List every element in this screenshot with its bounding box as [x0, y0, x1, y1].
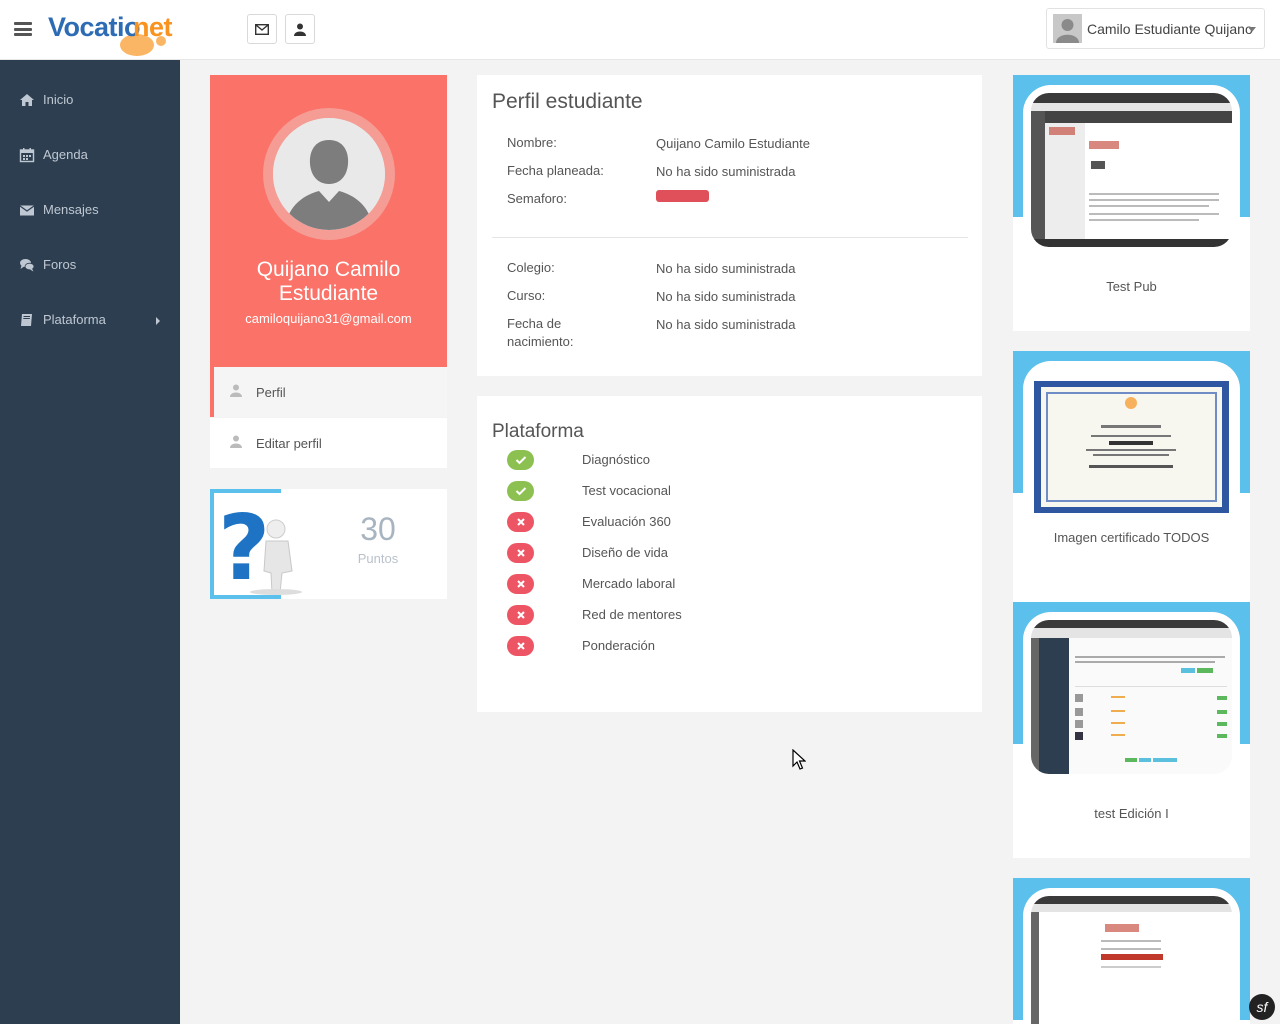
close-icon — [507, 605, 534, 625]
platform-step-diagnostico[interactable]: Diagnóstico — [582, 452, 650, 467]
publication-caption: Test Pub — [1106, 279, 1157, 294]
field-label: Semaforo: — [507, 191, 567, 206]
points-card: ? 30 Puntos — [210, 489, 447, 601]
messages-button[interactable] — [247, 14, 277, 44]
top-bar: Vocatio net Camilo Estudiante Quijano — [0, 0, 1280, 60]
profile-avatar — [263, 108, 395, 240]
points-label: Puntos — [357, 551, 399, 566]
platform-step-mercado-laboral[interactable]: Mercado laboral — [582, 576, 675, 591]
panel-title: Perfil estudiante — [492, 90, 643, 113]
close-icon — [507, 636, 534, 656]
publication-card[interactable]: Imagen certificado TODOS — [1013, 351, 1250, 607]
chevron-right-icon — [156, 317, 160, 325]
close-icon — [507, 574, 534, 594]
field-value: No ha sido suministrada — [656, 261, 796, 276]
sidebar-item-plataforma[interactable]: Plataforma — [0, 299, 180, 339]
publication-thumbnail — [1031, 620, 1232, 774]
comments-icon — [20, 259, 35, 272]
student-profile-panel: Perfil estudiante Nombre: Quijano Camilo… — [477, 75, 982, 376]
home-icon — [20, 94, 34, 106]
calendar-icon — [19, 148, 35, 163]
publication-thumbnail — [1031, 896, 1232, 1024]
publication-thumbnail — [1031, 93, 1232, 247]
platform-step-test-vocacional[interactable]: Test vocacional — [582, 483, 671, 498]
platform-step-red-de-mentores[interactable]: Red de mentores — [582, 607, 682, 622]
user-dropdown[interactable]: Camilo Estudiante Quijano — [1046, 8, 1265, 49]
field-label: Fecha planeada: — [507, 163, 604, 178]
field-value: Quijano Camilo Estudiante — [656, 136, 810, 151]
field-label: Colegio: — [507, 260, 555, 275]
user-icon — [294, 23, 306, 36]
user-avatar — [1053, 14, 1082, 43]
close-icon — [507, 543, 534, 563]
field-value: No ha sido suministrada — [656, 317, 796, 332]
platform-step-evaluacion-360[interactable]: Evaluación 360 — [582, 514, 671, 529]
profile-menu-editar-perfil[interactable]: Editar perfil — [210, 418, 447, 468]
field-label: Curso: — [507, 288, 546, 303]
close-icon — [507, 512, 534, 532]
chevron-down-icon — [1248, 27, 1256, 32]
sidebar-item-foros[interactable]: Foros — [0, 244, 180, 284]
sidebar: Inicio Agenda Mensajes Foros Plataforma — [0, 60, 180, 1024]
field-label: Fecha de nacimiento: — [507, 316, 574, 349]
user-icon — [230, 384, 242, 397]
publication-caption: test Edición I — [1094, 806, 1169, 821]
divider — [492, 237, 968, 238]
envelope-icon — [19, 205, 35, 216]
sidebar-item-agenda[interactable]: Agenda — [0, 134, 180, 174]
book-icon — [21, 314, 32, 326]
publication-thumbnail — [1031, 369, 1232, 523]
platform-panel: Plataforma Diagnóstico Test vocacional E… — [477, 396, 982, 712]
check-icon — [507, 450, 534, 470]
panel-title: Plataforma — [492, 421, 584, 442]
profile-button[interactable] — [285, 14, 315, 44]
profile-menu-perfil[interactable]: Perfil — [210, 367, 447, 417]
publication-card[interactable] — [1013, 878, 1250, 1024]
vocationet-logo[interactable]: Vocatio net — [48, 6, 183, 58]
field-value: No ha sido suministrada — [656, 164, 796, 179]
user-icon — [230, 435, 242, 448]
field-value: No ha sido suministrada — [656, 289, 796, 304]
platform-step-diseno-de-vida[interactable]: Diseño de vida — [582, 545, 668, 560]
profile-card: Quijano Camilo Estudiante camiloquijano3… — [210, 75, 447, 367]
publication-caption: Imagen certificado TODOS — [1053, 530, 1210, 545]
mouse-cursor-icon — [792, 749, 806, 770]
check-icon — [507, 481, 534, 501]
svg-text:?: ? — [218, 496, 270, 595]
profile-name: Quijano Camilo Estudiante — [256, 258, 401, 305]
profile-email: camiloquijano31@gmail.com — [245, 311, 412, 326]
envelope-icon — [255, 23, 269, 35]
sidebar-item-inicio[interactable]: Inicio — [0, 79, 180, 119]
sidebar-item-mensajes[interactable]: Mensajes — [0, 189, 180, 229]
publication-card[interactable]: test Edición I — [1013, 602, 1250, 858]
publication-card[interactable]: Test Pub — [1013, 75, 1250, 331]
points-value: 30 — [360, 511, 396, 547]
semaforo-status-bar — [656, 190, 709, 202]
field-label: Nombre: — [507, 135, 557, 150]
symfony-debug-icon[interactable]: sf — [1249, 994, 1275, 1020]
user-name: Camilo Estudiante Quijano — [1087, 21, 1253, 37]
hamburger-menu-icon[interactable] — [14, 22, 32, 36]
platform-step-ponderacion[interactable]: Ponderación — [582, 638, 655, 653]
question-mark-image: ? — [210, 489, 313, 601]
